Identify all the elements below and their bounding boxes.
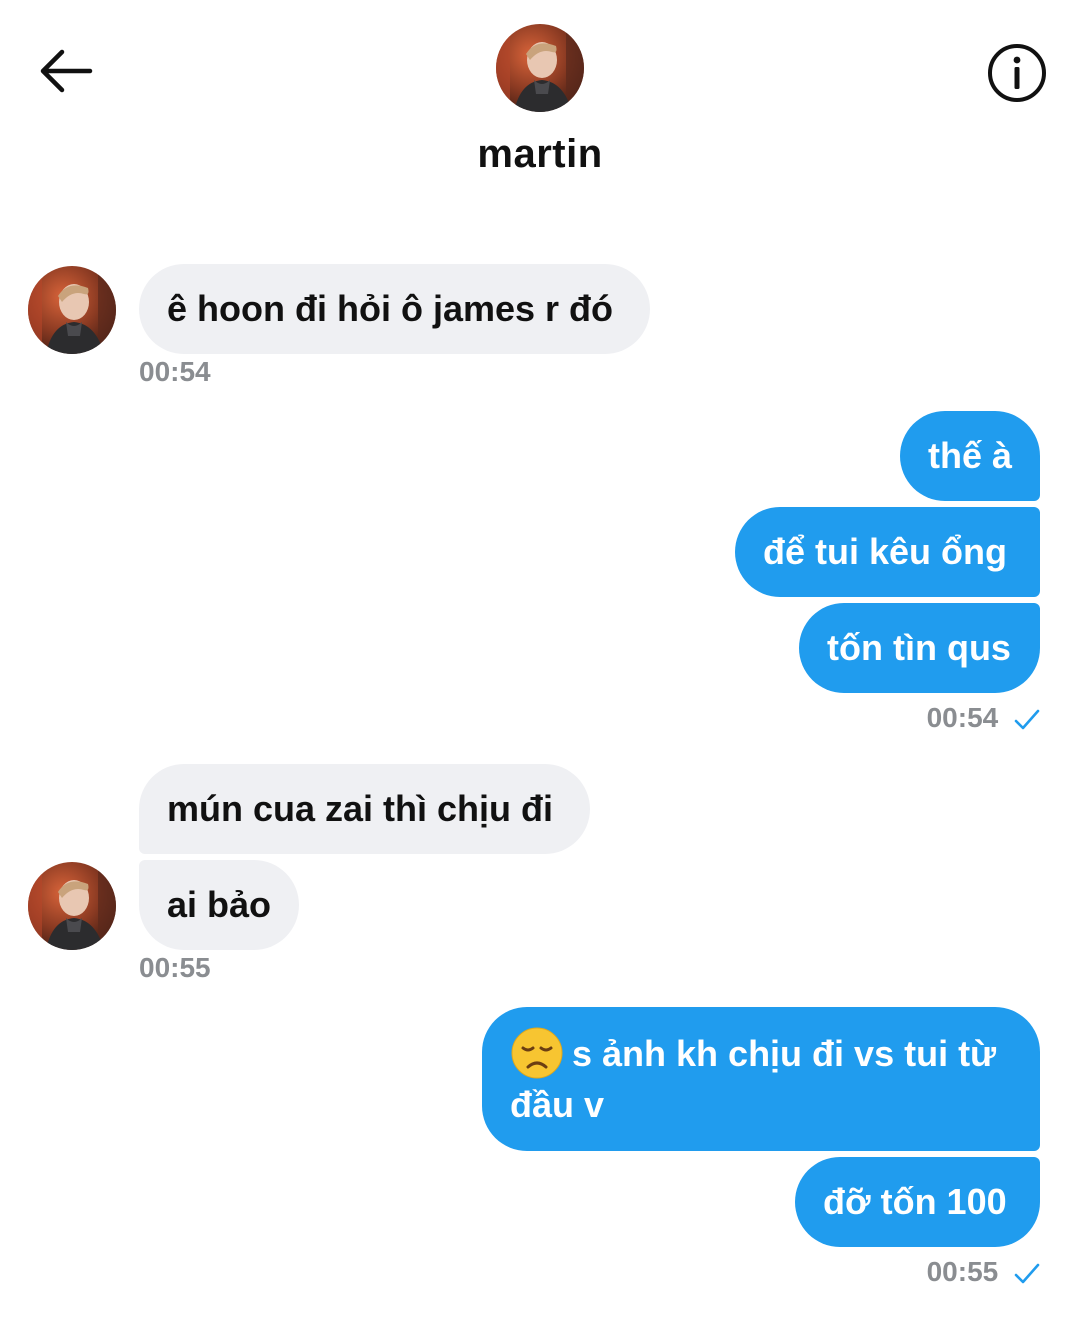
message-status: 00:55 [927,1256,1040,1288]
message-text: để tui kêu ổng [763,531,1008,572]
back-button[interactable] [36,44,96,98]
message-text: thế à [928,435,1013,476]
outgoing-message[interactable]: s ảnh kh chịu đi vs tui từ đầu v [482,1007,1040,1151]
outgoing-message[interactable]: đỡ tốn 100 [795,1157,1040,1247]
message-timestamp: 00:55 [926,1256,999,1287]
contact-name[interactable]: martin [0,132,1080,177]
incoming-message[interactable]: ê hoon đi hỏi ô james r đó [139,264,650,354]
read-check-icon [1014,709,1040,729]
disappointed-face-emoji [511,1027,563,1079]
incoming-message[interactable]: mún cua zai thì chịu đi [139,764,590,854]
message-text: ai bảo [167,884,272,925]
message-timestamp: 00:55 [139,952,211,983]
read-check-icon [1014,1263,1040,1283]
incoming-message[interactable]: ai bảo [139,860,299,950]
contact-avatar[interactable] [496,24,584,112]
info-icon [988,44,1046,102]
info-button[interactable] [986,42,1048,104]
message-text: đỡ tốn 100 [823,1181,1007,1222]
message-text: tốn tìn qus [827,627,1011,668]
message-text: ê hoon đi hỏi ô james r đó [167,288,614,329]
outgoing-message[interactable]: tốn tìn qus [799,603,1040,693]
sender-avatar[interactable] [28,862,116,950]
message-text: s ảnh kh chịu đi vs tui từ đầu v [510,1033,997,1126]
chat-header: martin [0,0,1080,200]
message-timestamp: 00:54 [139,356,211,387]
message-status: 00:54 [927,702,1040,734]
outgoing-message[interactable]: thế à [900,411,1040,501]
outgoing-message[interactable]: để tui kêu ổng [735,507,1040,597]
message-timestamp: 00:54 [926,702,999,733]
message-text: mún cua zai thì chịu đi [167,788,554,829]
sender-avatar[interactable] [28,266,116,354]
arrow-left-icon [40,49,93,93]
